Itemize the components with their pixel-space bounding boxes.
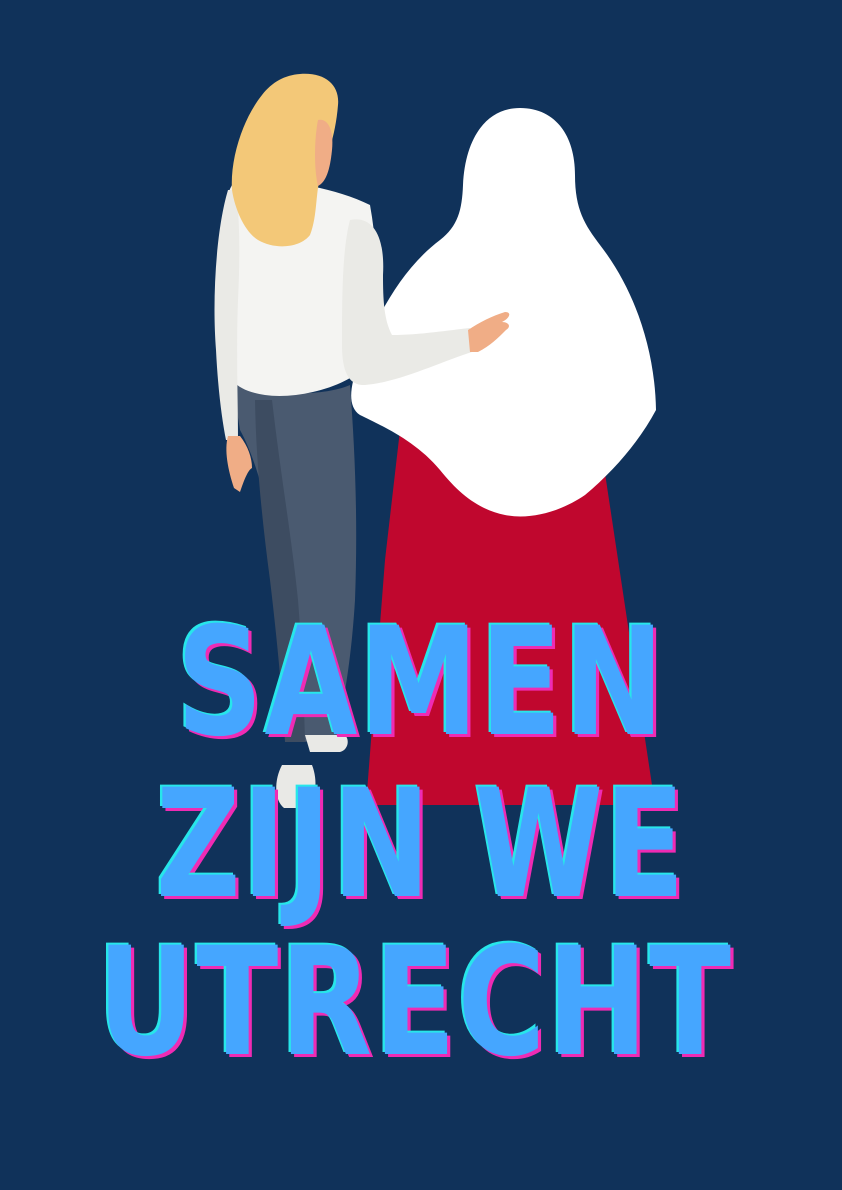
white-hijab <box>351 108 656 517</box>
poster: SAMEN ZIJN WE UTRECHT <box>0 0 842 1190</box>
cheek <box>315 119 333 186</box>
headline-line-2: ZIJN WE <box>155 758 687 932</box>
headline-line-1: SAMEN <box>176 596 666 770</box>
headline-line-3: UTRECHT <box>97 916 733 1090</box>
left-sleeve <box>214 190 240 440</box>
